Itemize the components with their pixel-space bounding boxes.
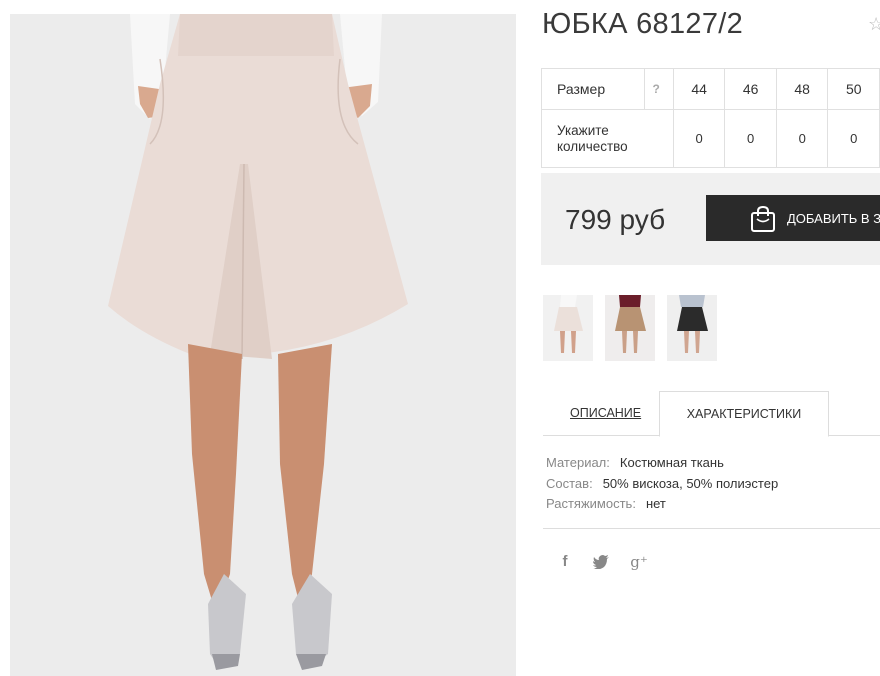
spec-value: нет bbox=[645, 496, 666, 511]
favorite-star-icon[interactable]: ☆ bbox=[868, 14, 880, 35]
spec-key: Материал: bbox=[546, 455, 610, 470]
size-table: Размер ? 44 46 48 50 Укажите количество … bbox=[541, 68, 880, 168]
size-48: 48 bbox=[775, 68, 829, 110]
thumbnail-camel[interactable] bbox=[605, 295, 655, 361]
size-44: 44 bbox=[672, 68, 726, 110]
divider bbox=[543, 528, 880, 529]
add-to-cart-label: ДОБАВИТЬ В ЗА bbox=[787, 211, 880, 226]
spec-value: 50% вискоза, 50% полиэстер bbox=[602, 476, 779, 491]
product-photo[interactable] bbox=[10, 14, 516, 676]
quantity-label-line1: Укажите bbox=[557, 122, 609, 138]
shopping-bag-icon bbox=[750, 205, 776, 233]
size-label: Размер bbox=[541, 68, 645, 110]
thumbnail-black[interactable] bbox=[667, 295, 717, 361]
size-46: 46 bbox=[724, 68, 777, 110]
spec-value: Костюмная ткань bbox=[619, 455, 724, 470]
quantity-label-line2: количество bbox=[557, 138, 628, 154]
spec-stretch: Растяжимость: нет bbox=[546, 496, 666, 511]
quantity-input-50[interactable]: 0 bbox=[827, 109, 880, 168]
spec-key: Состав: bbox=[546, 476, 593, 491]
facebook-icon[interactable]: f bbox=[554, 551, 576, 573]
thumbnail-beige[interactable] bbox=[543, 295, 593, 361]
size-50: 50 bbox=[827, 68, 880, 110]
price: 799 руб bbox=[565, 204, 666, 235]
tab-characteristics[interactable]: ХАРАКТЕРИСТИКИ bbox=[659, 391, 829, 437]
quantity-label: Укажите количество bbox=[541, 109, 674, 168]
quantity-input-44[interactable]: 0 bbox=[672, 109, 726, 168]
twitter-icon[interactable] bbox=[590, 551, 612, 573]
google-plus-icon[interactable]: g⁺ bbox=[628, 551, 650, 573]
spec-key: Растяжимость: bbox=[546, 496, 636, 511]
add-to-cart-button[interactable]: ДОБАВИТЬ В ЗА bbox=[706, 195, 880, 241]
quantity-input-48[interactable]: 0 bbox=[775, 109, 829, 168]
spec-composition: Состав: 50% вискоза, 50% полиэстер bbox=[546, 476, 778, 491]
quantity-input-46[interactable]: 0 bbox=[724, 109, 777, 168]
help-icon[interactable]: ? bbox=[643, 68, 674, 110]
product-title: ЮБКА 68127/2 bbox=[542, 8, 744, 40]
tab-description[interactable]: ОПИСАНИЕ bbox=[570, 406, 641, 420]
price-panel: 799 руб ДОБАВИТЬ В ЗА bbox=[541, 173, 880, 265]
spec-material: Материал: Костюмная ткань bbox=[546, 455, 724, 470]
